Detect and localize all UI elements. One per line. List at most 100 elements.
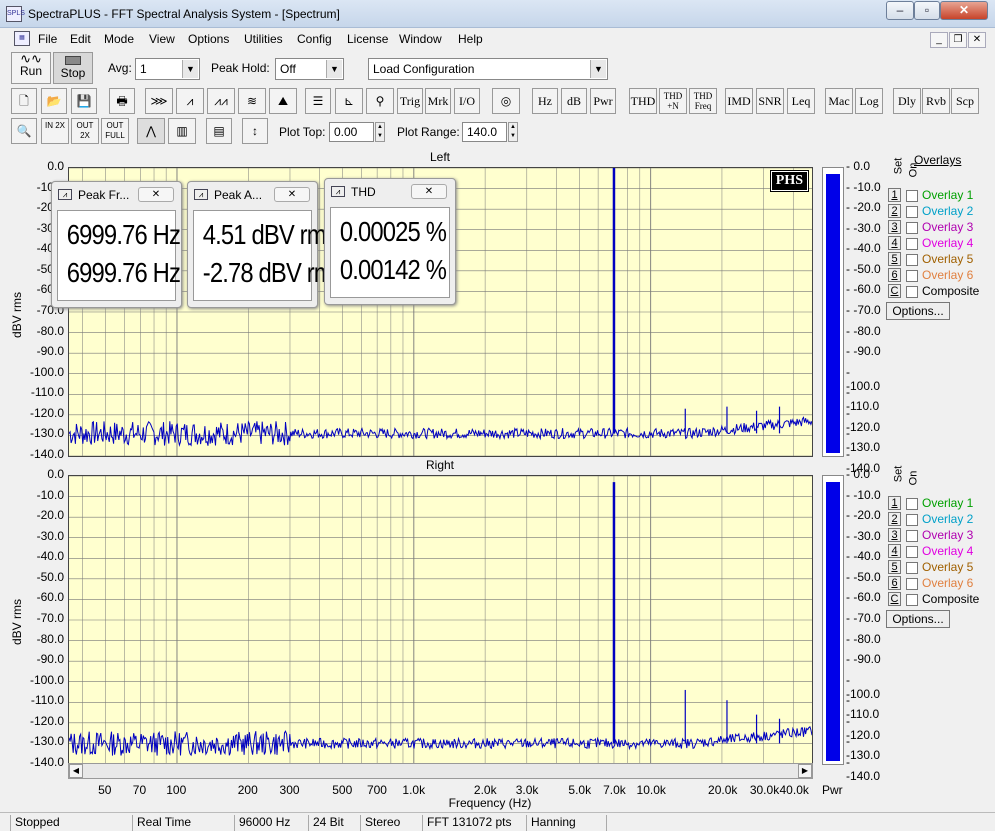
overlay-options-button[interactable]: Options... [886,610,950,628]
overlay-set-button[interactable]: 3 [888,220,901,234]
waveform-icon[interactable]: ⩘ [176,88,204,114]
close-icon[interactable]: ✕ [138,187,174,202]
scp-button[interactable]: Scp [951,88,979,114]
mdi-close-button[interactable]: ✕ [968,32,986,48]
peak-hold-select[interactable]: Off ▼ [275,58,344,80]
menu-edit[interactable]: Edit [70,32,91,46]
zoom-in-2x-button[interactable]: IN 2X [41,118,69,144]
overlay-checkbox[interactable] [906,514,918,526]
plot-range-input[interactable]: 140.0 [462,122,507,142]
scale-icon[interactable]: ↕ [242,118,268,144]
stop-button[interactable]: Stop [53,52,93,84]
menu-window[interactable]: Window [399,32,442,46]
list-icon[interactable]: ☰ [305,88,331,114]
fast-forward-icon[interactable]: ⋙ [145,88,173,114]
peak-frequency-window[interactable]: ⩘ Peak Fr... ✕ 6999.76 Hz 6999.76 Hz [51,181,182,308]
thd-button[interactable]: THD [629,88,657,114]
overlay-checkbox[interactable] [906,498,918,510]
overlay-set-button[interactable]: 3 [888,528,901,542]
print-icon[interactable]: 🖶 [109,88,135,114]
mac-button[interactable]: Mac [825,88,853,114]
bar-plot-icon[interactable]: ▥ [168,118,196,144]
waterfall-icon[interactable]: ≋ [238,88,266,114]
plot-range-spinner[interactable]: ▲ ▼ [508,122,518,142]
overlay-checkbox[interactable] [906,578,918,590]
thd-window[interactable]: ⩘ THD ✕ 0.00025 % 0.00142 % [324,178,456,305]
overlay-options-button[interactable]: Options... [886,302,950,320]
doc-icon[interactable]: ▦ [14,31,30,46]
io-button[interactable]: I/O [454,88,480,114]
3d-surface-icon[interactable]: ⛰ [269,88,297,114]
peak-amplitude-titlebar[interactable]: ⩘ Peak A... ✕ [192,185,313,205]
avg-select[interactable]: 1 ▼ [135,58,200,80]
menu-help[interactable]: Help [458,32,483,46]
rvb-button[interactable]: Rvb [922,88,950,114]
overlay-set-button[interactable]: 2 [888,204,901,218]
menu-config[interactable]: Config [297,32,332,46]
sawtooth-icon[interactable]: ⩘⩘ [207,88,235,114]
overlay-checkbox[interactable] [906,594,918,606]
scroll-left-icon[interactable]: ◀ [69,764,83,778]
open-icon[interactable]: 📂 [41,88,67,114]
thd-titlebar[interactable]: ⩘ THD ✕ [329,182,451,202]
right-spectrum-plot[interactable] [68,475,813,765]
overlay-checkbox[interactable] [906,238,918,250]
menu-utilities[interactable]: Utilities [244,32,283,46]
plot-top-spinner[interactable]: ▲ ▼ [375,122,385,142]
peak-frequency-titlebar[interactable]: ⩘ Peak Fr... ✕ [56,185,177,205]
overlay-set-button[interactable]: 1 [888,496,901,510]
close-icon[interactable]: ✕ [411,184,447,199]
mdi-minimize-button[interactable]: _ [930,32,948,48]
minimize-button[interactable]: – [886,1,914,20]
pwr-button[interactable]: Pwr [590,88,616,114]
load-config-select[interactable]: Load Configuration ▼ [368,58,608,80]
overlay-set-button[interactable]: C [888,284,901,298]
overlay-checkbox[interactable] [906,530,918,542]
overlay-checkbox[interactable] [906,206,918,218]
imd-button[interactable]: IMD [725,88,753,114]
overlay-set-button[interactable]: 4 [888,544,901,558]
close-icon[interactable]: ✕ [274,187,310,202]
menu-view[interactable]: View [149,32,175,46]
run-button[interactable]: ∿∿ Run [11,52,51,84]
overlay-checkbox[interactable] [906,270,918,282]
mrk-button[interactable]: Mrk [425,88,451,114]
overlay-set-button[interactable]: 5 [888,560,901,574]
overlay-set-button[interactable]: C [888,592,901,606]
thd-n-button[interactable]: THD +N [659,88,687,114]
new-icon[interactable]: 🗋 [11,88,37,114]
peak-amplitude-window[interactable]: ⩘ Peak A... ✕ 4.51 dBV rms -2.78 dBV rms [187,181,345,308]
save-icon[interactable]: 💾 [71,88,97,114]
trig-button[interactable]: Trig [397,88,423,114]
zoom-out-2x-button[interactable]: OUT 2X [71,118,99,144]
overlay-set-button[interactable]: 1 [888,188,901,202]
overlay-set-button[interactable]: 6 [888,576,901,590]
snr-button[interactable]: SNR [756,88,784,114]
table-icon[interactable]: ▤ [206,118,232,144]
overlay-checkbox[interactable] [906,546,918,558]
leq-button[interactable]: Leq [787,88,815,114]
plot-top-input[interactable]: 0.00 [329,122,374,142]
overlay-checkbox[interactable] [906,254,918,266]
overlay-checkbox[interactable] [906,286,918,298]
overlay-checkbox[interactable] [906,190,918,202]
zoom-icon[interactable]: 🔍 [11,118,37,144]
menu-mode[interactable]: Mode [104,32,134,46]
dly-button[interactable]: Dly [893,88,921,114]
overlay-set-button[interactable]: 6 [888,268,901,282]
phase-icon[interactable]: ⚲ [366,88,394,114]
maximize-button[interactable]: ▫ [914,1,940,20]
zoom-out-full-button[interactable]: OUT FULL [101,118,129,144]
signal-generator-icon[interactable]: ◎ [492,88,520,114]
spectrum-icon[interactable]: ⊾ [335,88,363,114]
scroll-right-icon[interactable]: ▶ [798,764,812,778]
menu-file[interactable]: File [38,32,57,46]
horizontal-scrollbar[interactable]: ◀ ▶ [68,763,813,779]
menu-license[interactable]: License [347,32,388,46]
line-plot-icon[interactable]: ⋀ [137,118,165,144]
close-button[interactable]: ✕ [940,1,988,20]
overlay-set-button[interactable]: 2 [888,512,901,526]
overlay-set-button[interactable]: 5 [888,252,901,266]
db-button[interactable]: dB [561,88,587,114]
mdi-restore-button[interactable]: ❐ [949,32,967,48]
